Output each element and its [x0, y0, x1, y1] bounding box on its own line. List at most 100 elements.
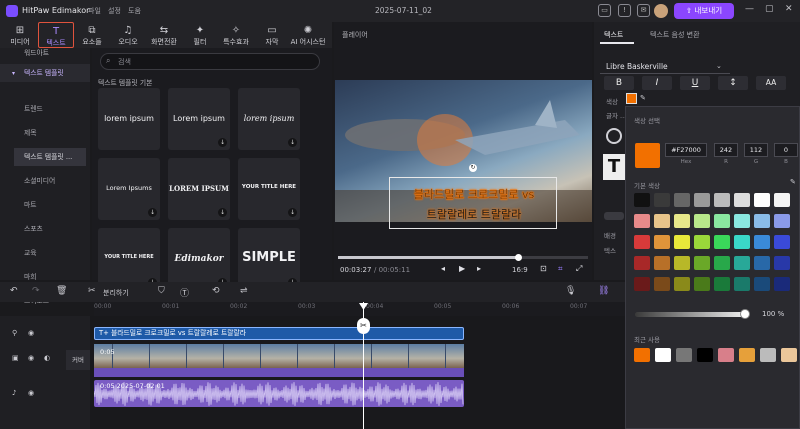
prev-frame-icon[interactable]: ◂	[441, 264, 445, 273]
text-style-preview[interactable]: T	[603, 154, 625, 180]
basic-color-swatch[interactable]	[774, 277, 790, 291]
playhead-scissors-icon[interactable]: ✂	[357, 318, 370, 334]
basic-color-swatch[interactable]	[714, 235, 730, 249]
cover-button[interactable]: 커버	[66, 350, 90, 370]
tool-audio[interactable]: ♫ 오디오	[110, 22, 146, 48]
picker-eyedropper-icon[interactable]: ✎	[790, 178, 796, 186]
green-input[interactable]: 112	[744, 143, 768, 157]
adjust-icon[interactable]: ⇌	[240, 286, 248, 296]
basic-color-swatch[interactable]	[674, 193, 690, 207]
download-icon[interactable]: ↓	[148, 208, 157, 217]
basic-color-swatch[interactable]	[774, 235, 790, 249]
basic-color-swatch[interactable]	[754, 256, 770, 270]
basic-color-swatch[interactable]	[734, 235, 750, 249]
download-icon[interactable]: ↓	[218, 138, 227, 147]
basic-color-swatch[interactable]	[774, 214, 790, 228]
download-icon[interactable]: ↓	[218, 208, 227, 217]
download-icon[interactable]: ↓	[288, 208, 297, 217]
link-icon[interactable]: ⛓	[598, 286, 609, 296]
stroke-style-option[interactable]	[606, 128, 622, 144]
split-button[interactable]: 분리하기	[103, 288, 129, 298]
basic-color-swatch[interactable]	[714, 256, 730, 270]
tab-text-to-speech[interactable]: 텍스트 음성 변환	[650, 30, 700, 40]
template-card[interactable]: SIMPLE↓	[238, 228, 300, 290]
mail-icon[interactable]: ✉	[637, 4, 650, 17]
template-card[interactable]: Edimakor↓	[168, 228, 230, 290]
menu-settings[interactable]: 설정	[108, 6, 121, 16]
template-card[interactable]: Lorem Ipsums ↓	[98, 158, 160, 220]
color-swatch-button[interactable]	[626, 93, 637, 104]
blue-input[interactable]: 0	[774, 143, 798, 157]
bold-button[interactable]: B	[604, 76, 634, 90]
red-input[interactable]: 242	[714, 143, 738, 157]
redo-icon[interactable]: ↷	[32, 286, 40, 296]
basic-color-swatch[interactable]	[714, 193, 730, 207]
split-icon[interactable]: ✂	[88, 286, 96, 296]
basic-color-swatch[interactable]	[714, 277, 730, 291]
mic-icon[interactable]: 🎙	[565, 286, 576, 296]
basic-color-swatch[interactable]	[754, 214, 770, 228]
basic-color-swatch[interactable]	[774, 193, 790, 207]
basic-color-swatch[interactable]	[734, 193, 750, 207]
export-button[interactable]: ⇧ 내보내기	[674, 3, 734, 19]
next-frame-icon[interactable]: ▸	[477, 264, 481, 273]
recent-color-swatch[interactable]	[676, 348, 692, 362]
basic-color-swatch[interactable]	[714, 214, 730, 228]
basic-color-swatch[interactable]	[634, 214, 650, 228]
recent-color-swatch[interactable]	[655, 348, 671, 362]
avatar[interactable]	[654, 4, 668, 18]
underline-button[interactable]: U	[680, 76, 710, 90]
basic-color-swatch[interactable]	[754, 193, 770, 207]
basic-color-swatch[interactable]	[674, 256, 690, 270]
basic-color-swatch[interactable]	[694, 235, 710, 249]
basic-color-swatch[interactable]	[734, 256, 750, 270]
recent-color-swatch[interactable]	[634, 348, 650, 362]
fullscreen-icon[interactable]: ⤢	[576, 264, 582, 274]
hex-input[interactable]: #F27000	[665, 143, 707, 157]
tool-filter[interactable]: ✦ 필터	[182, 22, 218, 48]
basic-color-swatch[interactable]	[634, 277, 650, 291]
video-visibility-icon[interactable]: ◉	[28, 354, 34, 362]
sidebar-item[interactable]: 제목	[0, 124, 90, 142]
opacity-slider-handle[interactable]	[740, 309, 750, 319]
toggle-switch[interactable]	[604, 212, 624, 220]
tool-transition[interactable]: ⇆ 화면전환	[146, 22, 182, 48]
marker-icon[interactable]: ⛉	[158, 286, 165, 296]
template-card[interactable]: LOREM IPSUM ↓	[168, 158, 230, 220]
basic-color-swatch[interactable]	[674, 235, 690, 249]
play-icon[interactable]: ▶	[459, 264, 465, 273]
visibility-icon[interactable]: ◉	[28, 329, 34, 337]
italic-button[interactable]: I	[642, 76, 672, 90]
basic-color-swatch[interactable]	[654, 193, 670, 207]
basic-color-swatch[interactable]	[654, 214, 670, 228]
monitor-icon[interactable]: ▭	[598, 4, 611, 17]
case-button[interactable]: AA	[756, 76, 786, 90]
snapshot-icon[interactable]: ⊡	[540, 264, 547, 273]
video-mute-icon[interactable]: ◐	[44, 354, 50, 362]
tool-subtitle[interactable]: ▭ 자막	[254, 22, 290, 48]
basic-color-swatch[interactable]	[694, 277, 710, 291]
template-card[interactable]: YOUR TITLE HERE ↓	[238, 158, 300, 220]
recent-color-swatch[interactable]	[718, 348, 734, 362]
delete-icon[interactable]: 🗑	[56, 286, 67, 296]
line-spacing-button[interactable]: ↕	[718, 76, 748, 90]
sidebar-item[interactable]: 마트	[0, 196, 90, 214]
opacity-slider[interactable]	[635, 312, 747, 317]
search-input[interactable]	[100, 53, 320, 70]
maximize-icon[interactable]: ▢	[765, 4, 774, 14]
basic-color-swatch[interactable]	[654, 277, 670, 291]
basic-color-swatch[interactable]	[734, 214, 750, 228]
close-icon[interactable]: ✕	[785, 4, 793, 14]
basic-color-swatch[interactable]	[734, 277, 750, 291]
template-card[interactable]: lorem ipsum	[98, 88, 160, 150]
basic-color-swatch[interactable]	[634, 193, 650, 207]
template-card[interactable]: lorem ipsum ↓	[238, 88, 300, 150]
sidebar-item[interactable]: 트렌드	[0, 100, 90, 118]
audio-visibility-icon[interactable]: ◉	[28, 389, 34, 397]
speed-icon[interactable]: ⟲	[212, 286, 220, 296]
basic-color-swatch[interactable]	[754, 235, 770, 249]
basic-color-swatch[interactable]	[774, 256, 790, 270]
tool-ai[interactable]: ✺ AI 어시스턴	[290, 22, 326, 48]
aspect-ratio-select[interactable]: 16:9	[512, 266, 528, 274]
sidebar-item[interactable]: 교육	[0, 244, 90, 262]
